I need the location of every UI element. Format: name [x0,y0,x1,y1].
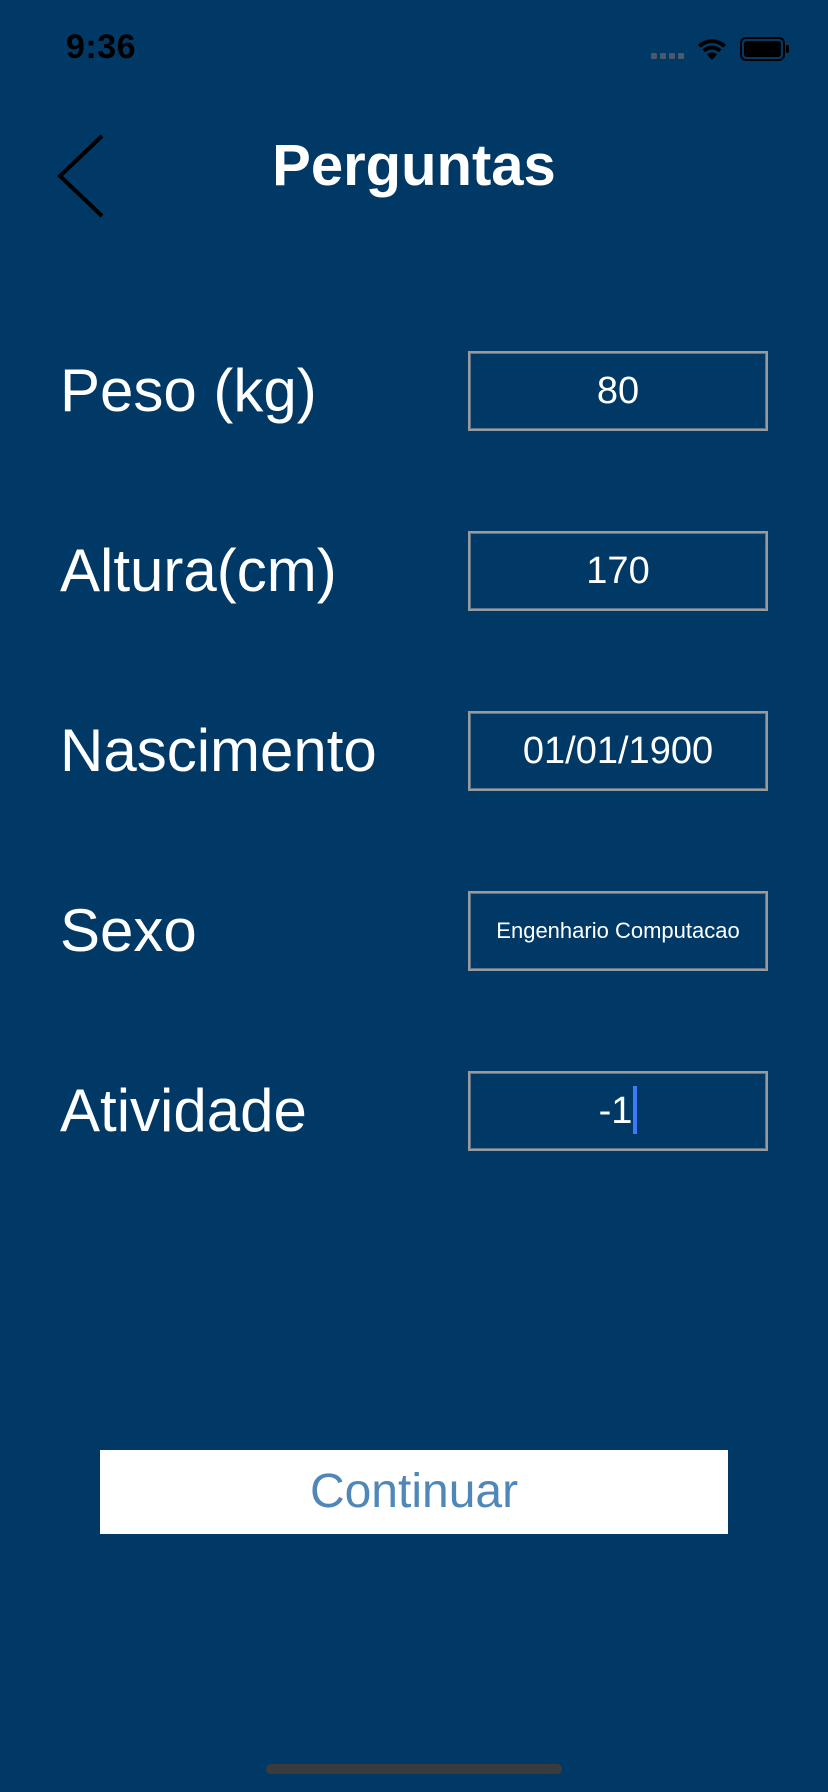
wifi-icon [696,36,728,62]
activity-label: Atividade [60,1077,307,1144]
status-time: 9:36 [66,28,137,66]
status-bar: 9:36 [0,0,828,96]
weight-field[interactable]: 80 [468,351,768,431]
height-field[interactable]: 170 [468,531,768,611]
weight-label: Peso (kg) [60,357,317,424]
sex-label: Sexo [60,897,197,964]
activity-value: -1 [598,1090,633,1132]
birth-label: Nascimento [60,717,377,784]
page-title: Perguntas [272,133,556,198]
cellular-signal-icon [651,39,684,59]
continue-button[interactable]: Continuar [100,1450,728,1534]
activity-row: Atividade -1 [0,1071,828,1151]
activity-field[interactable]: -1 [468,1071,768,1151]
battery-icon [740,37,790,61]
height-label: Altura(cm) [60,537,337,604]
height-row: Altura(cm) 170 [0,531,828,611]
text-caret [633,1085,638,1134]
birth-field[interactable]: 01/01/1900 [468,711,768,791]
home-indicator[interactable] [266,1764,562,1774]
status-icons [651,34,790,64]
sex-row: Sexo Engenhario Computacao [0,891,828,971]
weight-row: Peso (kg) 80 [0,351,828,431]
sex-field[interactable]: Engenhario Computacao [468,891,768,971]
birth-row: Nascimento 01/01/1900 [0,711,828,791]
